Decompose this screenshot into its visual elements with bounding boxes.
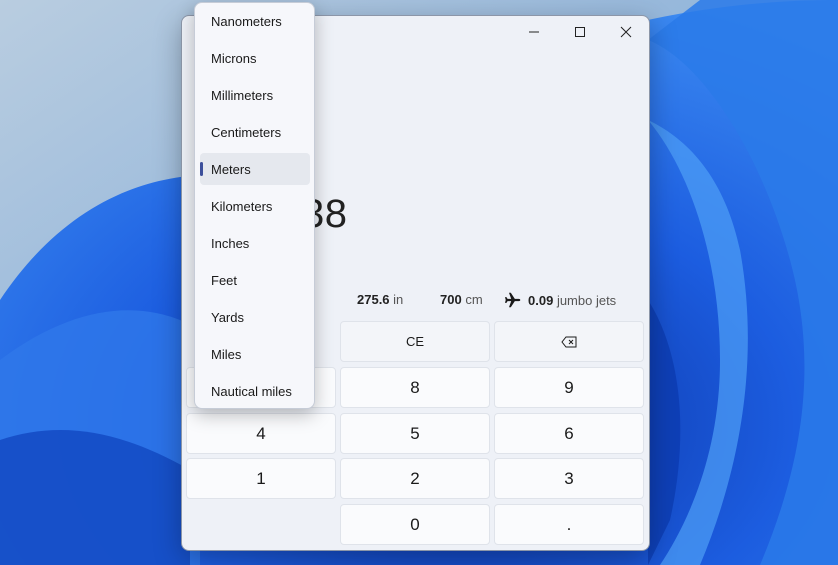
key-decimal[interactable]: . bbox=[494, 504, 644, 545]
conversion-jumbo-jets: 0.09 jumbo jets bbox=[504, 292, 616, 308]
conversion-centimeters: 700 cm bbox=[440, 292, 483, 307]
selection-indicator bbox=[200, 162, 203, 176]
unit-option-centimeters[interactable]: Centimeters bbox=[200, 116, 310, 148]
key-9[interactable]: 9 bbox=[494, 367, 644, 408]
conversion-value: 700 bbox=[440, 292, 462, 307]
key-8[interactable]: 8 bbox=[340, 367, 490, 408]
close-button[interactable] bbox=[603, 16, 649, 48]
close-icon bbox=[620, 26, 632, 38]
key-5[interactable]: 5 bbox=[340, 413, 490, 454]
airplane-icon bbox=[505, 292, 521, 308]
backspace-button[interactable] bbox=[494, 321, 644, 362]
conversion-unit: cm bbox=[465, 292, 483, 307]
unit-option-nautical-miles[interactable]: Nautical miles bbox=[200, 375, 310, 407]
clear-entry-button[interactable]: CE bbox=[340, 321, 490, 362]
conversion-unit: in bbox=[393, 292, 404, 307]
minimize-button[interactable] bbox=[511, 16, 557, 48]
unit-option-millimeters[interactable]: Millimeters bbox=[200, 79, 310, 111]
key-4[interactable]: 4 bbox=[186, 413, 336, 454]
maximize-button[interactable] bbox=[557, 16, 603, 48]
unit-dropdown-list: Nanometers Microns Millimeters Centimete… bbox=[194, 2, 315, 409]
conversion-value: 0.09 bbox=[528, 292, 554, 308]
unit-option-miles[interactable]: Miles bbox=[200, 338, 310, 370]
unit-option-kilometers[interactable]: Kilometers bbox=[200, 190, 310, 222]
maximize-icon bbox=[575, 27, 585, 37]
unit-option-nanometers[interactable]: Nanometers bbox=[200, 5, 310, 37]
key-1[interactable]: 1 bbox=[186, 458, 336, 499]
key-6[interactable]: 6 bbox=[494, 413, 644, 454]
key-2[interactable]: 2 bbox=[340, 458, 490, 499]
key-3[interactable]: 3 bbox=[494, 458, 644, 499]
unit-option-label: Meters bbox=[211, 161, 251, 177]
unit-option-feet[interactable]: Feet bbox=[200, 264, 310, 296]
unit-option-yards[interactable]: Yards bbox=[200, 301, 310, 333]
key-0[interactable]: 0 bbox=[340, 504, 490, 545]
conversion-unit: jumbo jets bbox=[556, 292, 617, 308]
backspace-icon bbox=[561, 336, 577, 347]
unit-option-inches[interactable]: Inches bbox=[200, 227, 310, 259]
conversion-value: 275.6 bbox=[357, 292, 390, 307]
minimize-icon bbox=[529, 31, 539, 33]
conversion-inches: 275.6 in bbox=[357, 292, 403, 307]
unit-option-meters[interactable]: Meters bbox=[200, 153, 310, 185]
empty-key bbox=[186, 504, 336, 545]
unit-option-microns[interactable]: Microns bbox=[200, 42, 310, 74]
